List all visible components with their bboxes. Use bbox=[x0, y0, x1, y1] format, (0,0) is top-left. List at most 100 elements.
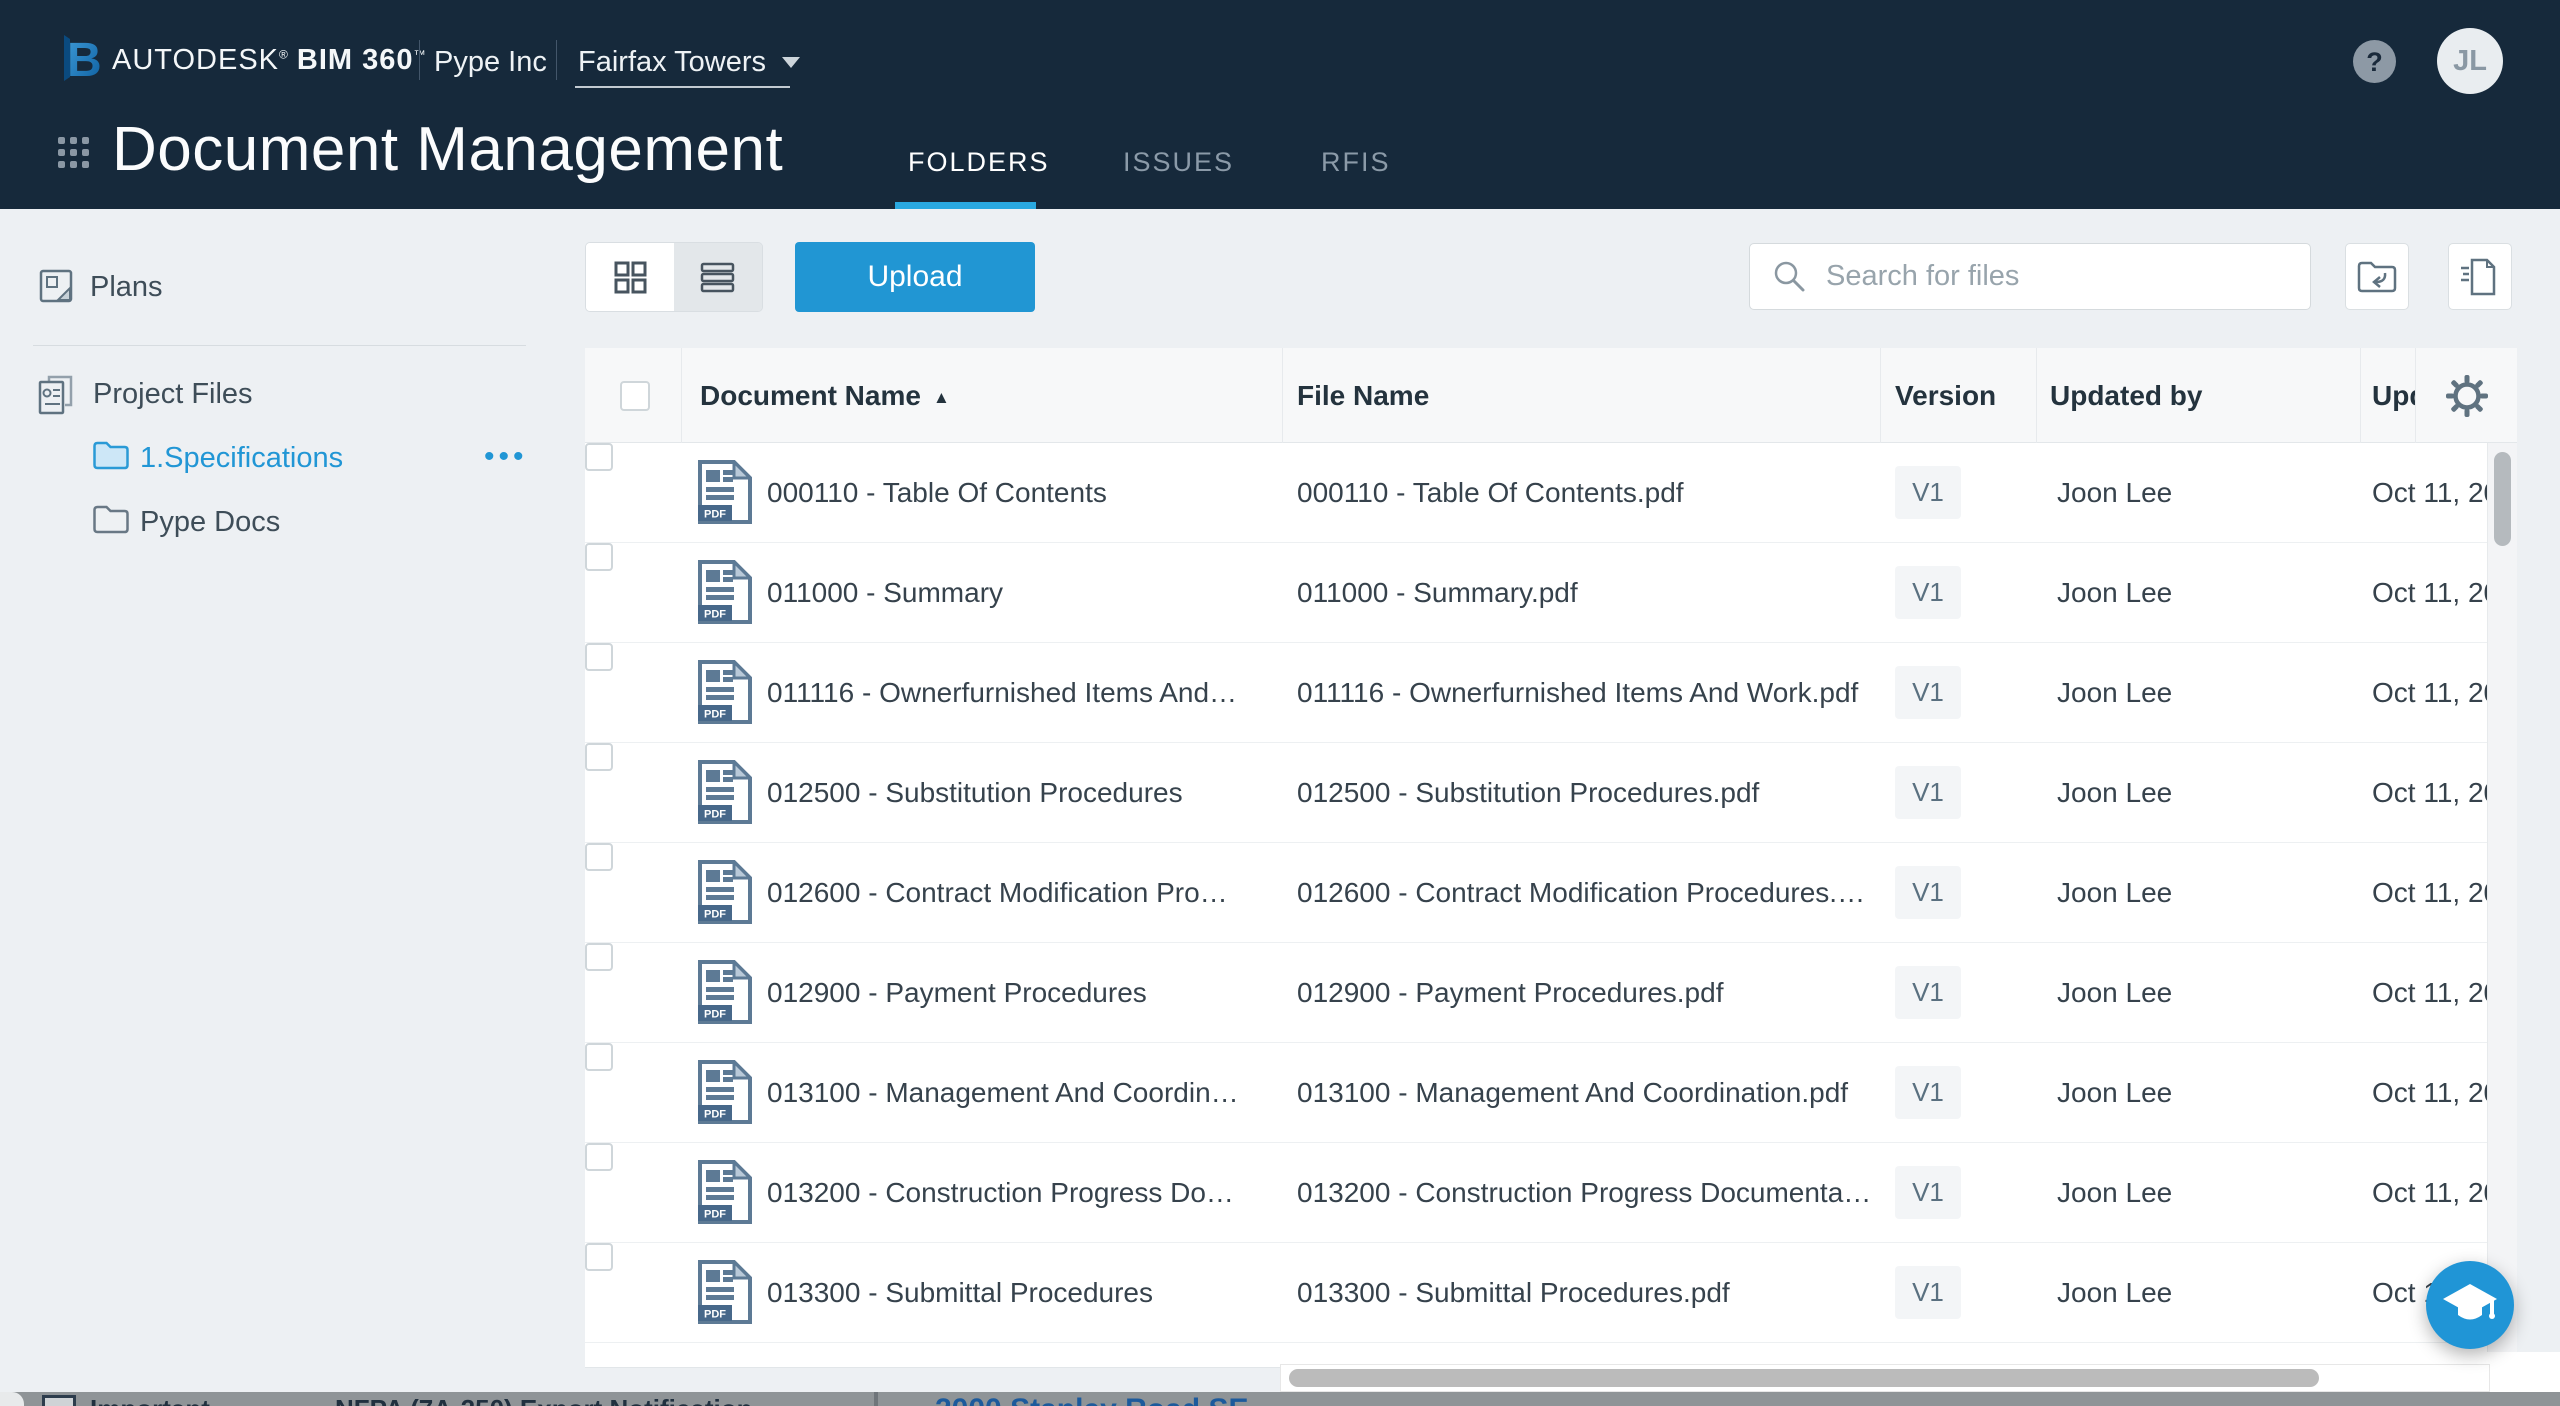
app-grid-icon[interactable] bbox=[58, 137, 89, 173]
file-name: 011116 - Ownerfurnished Items And Work.p… bbox=[1297, 643, 1858, 742]
plans-icon bbox=[39, 269, 75, 310]
column-settings-button[interactable] bbox=[2416, 348, 2517, 443]
table-row[interactable]: PDF 011000 - Summary 011000 - Summary.pd… bbox=[585, 543, 2487, 643]
tab-rfis[interactable]: RFIS bbox=[1321, 147, 1391, 178]
search-input[interactable] bbox=[1824, 259, 2268, 294]
file-name: 013100 - Management And Coordination.pdf bbox=[1297, 1043, 1848, 1142]
files-table: Document Name▲ File Name Version Updated… bbox=[585, 348, 2517, 1368]
column-header-version[interactable]: Version bbox=[1895, 348, 1996, 443]
document-log-button[interactable] bbox=[2448, 243, 2512, 310]
updated-on: Oct 11, 20 bbox=[2372, 1043, 2487, 1142]
svg-text:PDF: PDF bbox=[704, 709, 726, 721]
version-badge: V1 bbox=[1895, 566, 1961, 619]
file-name: 012500 - Substitution Procedures.pdf bbox=[1297, 743, 1759, 842]
upload-button[interactable]: Upload bbox=[795, 242, 1035, 312]
horizontal-scrollbar-thumb[interactable] bbox=[1289, 1369, 2319, 1387]
account-name: Pype Inc bbox=[434, 46, 547, 79]
column-header-file-name[interactable]: File Name bbox=[1297, 348, 1429, 443]
document-name[interactable]: 011000 - Summary bbox=[767, 543, 1003, 642]
grid-view-icon bbox=[614, 261, 647, 294]
document-name[interactable]: 013200 - Construction Progress Do… bbox=[767, 1143, 1234, 1242]
row-checkbox[interactable] bbox=[585, 743, 613, 771]
grid-view-button[interactable] bbox=[586, 243, 674, 311]
background-window-edge bbox=[0, 1392, 24, 1406]
list-view-icon bbox=[700, 262, 736, 293]
folder-export-icon bbox=[2356, 257, 2398, 297]
tab-issues[interactable]: ISSUES bbox=[1123, 147, 1234, 178]
updated-by: Joon Lee bbox=[2057, 1243, 2172, 1342]
search-box bbox=[1749, 243, 2311, 310]
folder-icon-selected bbox=[93, 440, 129, 475]
svg-text:PDF: PDF bbox=[704, 1309, 726, 1321]
row-checkbox[interactable] bbox=[585, 1143, 613, 1171]
tab-folders[interactable]: FOLDERS bbox=[908, 147, 1050, 178]
row-checkbox[interactable] bbox=[585, 1043, 613, 1071]
document-name[interactable]: 012500 - Substitution Procedures bbox=[767, 743, 1183, 842]
vertical-scrollbar-thumb[interactable] bbox=[2494, 452, 2511, 546]
project-selector[interactable]: Fairfax Towers bbox=[578, 46, 800, 79]
table-header-row: Document Name▲ File Name Version Updated… bbox=[585, 348, 2517, 443]
sidebar-folder-specifications[interactable]: 1.Specifications bbox=[140, 442, 343, 475]
pdf-file-icon: PDF bbox=[698, 1260, 752, 1364]
table-row[interactable]: PDF 012500 - Substitution Procedures 012… bbox=[585, 743, 2487, 843]
sidebar-item-plans[interactable]: Plans bbox=[90, 271, 163, 304]
learning-fab-button[interactable] bbox=[2426, 1261, 2514, 1349]
document-name[interactable]: 013100 - Management And Coordin… bbox=[767, 1043, 1239, 1142]
row-checkbox[interactable] bbox=[585, 943, 613, 971]
header-separator bbox=[419, 40, 420, 80]
document-name[interactable]: 013300 - Submittal Procedures bbox=[767, 1243, 1153, 1342]
horizontal-scrollbar bbox=[1280, 1364, 2490, 1392]
file-name: 011000 - Summary.pdf bbox=[1297, 543, 1578, 642]
background-text-fragment: 2000 Stanley Road SE bbox=[935, 1393, 1248, 1406]
column-header-updated-on[interactable]: Upd bbox=[2372, 348, 2415, 443]
document-name[interactable]: 012600 - Contract Modification Pro… bbox=[767, 843, 1228, 942]
document-name[interactable]: 012900 - Payment Procedures bbox=[767, 943, 1147, 1042]
background-divider bbox=[874, 1392, 878, 1406]
project-name: Fairfax Towers bbox=[578, 46, 766, 78]
active-tab-underline bbox=[895, 202, 1036, 209]
table-row[interactable]: PDF 012900 - Payment Procedures 012900 -… bbox=[585, 943, 2487, 1043]
version-badge: V1 bbox=[1895, 1166, 1961, 1219]
updated-by: Joon Lee bbox=[2057, 543, 2172, 642]
row-checkbox[interactable] bbox=[585, 843, 613, 871]
select-all-checkbox[interactable] bbox=[620, 381, 650, 411]
svg-text:PDF: PDF bbox=[704, 509, 726, 521]
sidebar-item-project-files[interactable]: Project Files bbox=[93, 378, 253, 411]
help-button[interactable]: ? bbox=[2353, 40, 2396, 83]
table-row[interactable]: PDF 000110 - Table Of Contents 000110 - … bbox=[585, 443, 2487, 543]
row-checkbox[interactable] bbox=[585, 543, 613, 571]
background-folder-icon bbox=[42, 1395, 76, 1406]
file-name: 000110 - Table Of Contents.pdf bbox=[1297, 443, 1684, 542]
avatar[interactable]: JL bbox=[2437, 28, 2503, 94]
file-name: 013200 - Construction Progress Documenta… bbox=[1297, 1143, 1871, 1242]
folder-more-menu[interactable]: ••• bbox=[484, 440, 528, 474]
updated-by: Joon Lee bbox=[2057, 643, 2172, 742]
sidebar-folder-pype-docs[interactable]: Pype Docs bbox=[140, 506, 280, 539]
file-name: 012600 - Contract Modification Procedure… bbox=[1297, 843, 1865, 942]
table-row[interactable]: PDF 013100 - Management And Coordin… 013… bbox=[585, 1043, 2487, 1143]
version-badge: V1 bbox=[1895, 1066, 1961, 1119]
table-row[interactable]: PDF 012600 - Contract Modification Pro… … bbox=[585, 843, 2487, 943]
chevron-down-icon bbox=[782, 57, 800, 68]
version-badge: V1 bbox=[1895, 866, 1961, 919]
project-files-icon bbox=[37, 374, 77, 421]
svg-text:PDF: PDF bbox=[704, 909, 726, 921]
table-row[interactable]: PDF 011116 - Ownerfurnished Items And… 0… bbox=[585, 643, 2487, 743]
table-row[interactable]: PDF 013300 - Submittal Procedures 013300… bbox=[585, 1243, 2487, 1343]
table-body: PDF 000110 - Table Of Contents 000110 - … bbox=[585, 443, 2487, 1368]
column-header-updated-by[interactable]: Updated by bbox=[2050, 348, 2202, 443]
row-checkbox[interactable] bbox=[585, 1243, 613, 1271]
page-title: Document Management bbox=[112, 114, 783, 185]
table-row[interactable]: PDF 013200 - Construction Progress Do… 0… bbox=[585, 1143, 2487, 1243]
column-header-document-name[interactable]: Document Name▲ bbox=[700, 348, 950, 443]
list-view-button[interactable] bbox=[674, 243, 762, 311]
document-name[interactable]: 011116 - Ownerfurnished Items And… bbox=[767, 643, 1237, 742]
sort-asc-icon: ▲ bbox=[933, 388, 950, 407]
row-checkbox[interactable] bbox=[585, 643, 613, 671]
updated-on: Oct 11, 20 bbox=[2372, 643, 2487, 742]
document-name[interactable]: 000110 - Table Of Contents bbox=[767, 443, 1107, 542]
brand-text: AUTODESK® BIM 360™ bbox=[112, 44, 426, 77]
updated-by: Joon Lee bbox=[2057, 943, 2172, 1042]
export-folder-button[interactable] bbox=[2345, 243, 2409, 310]
row-checkbox[interactable] bbox=[585, 443, 613, 471]
